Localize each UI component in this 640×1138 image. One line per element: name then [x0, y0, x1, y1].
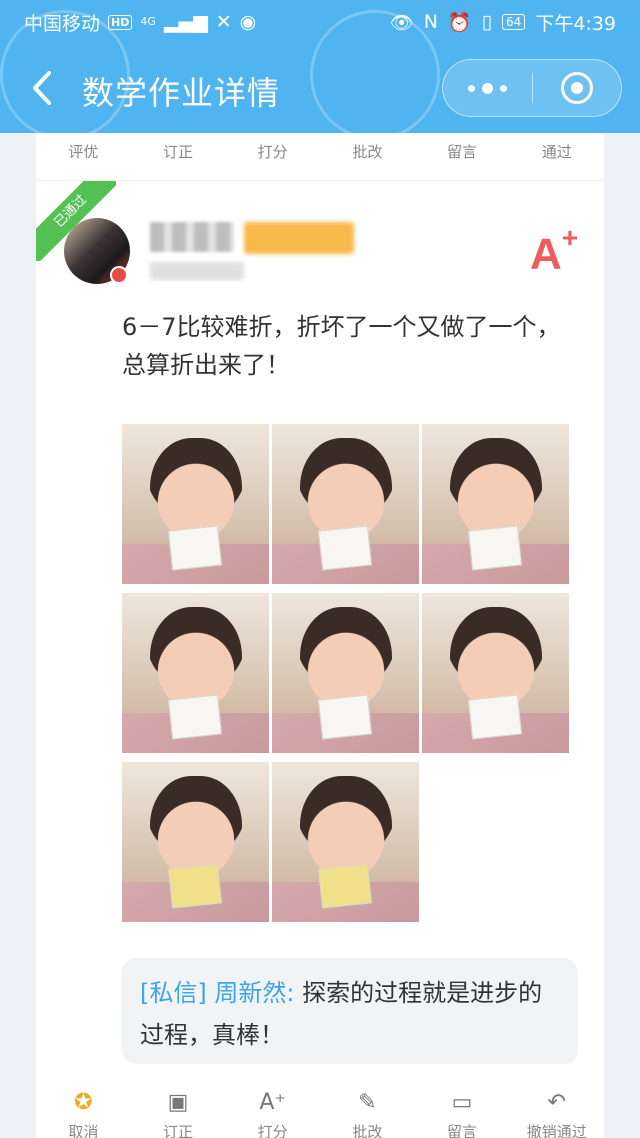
dot-icon — [467, 84, 475, 92]
homework-photo[interactable] — [272, 424, 419, 584]
chevron-left-icon — [33, 71, 51, 105]
clock: 下午4:39 — [535, 12, 616, 35]
homework-photo[interactable] — [422, 424, 569, 584]
action-correct[interactable]: 订正 — [131, 133, 226, 180]
action-score[interactable]: 打分 — [225, 133, 320, 180]
close-miniapp-button[interactable] — [533, 59, 622, 117]
homework-photo[interactable] — [122, 593, 269, 753]
homework-photo[interactable] — [422, 593, 569, 753]
student-tag-blurred — [244, 222, 354, 254]
top-action-row: 评优 订正 打分 批改 留言 通过 — [36, 133, 604, 181]
correct-button[interactable]: ▣ 订正 — [131, 1090, 226, 1138]
chat-icon: ▭ — [451, 1090, 473, 1115]
post-time-blurred — [150, 262, 244, 280]
grade-suffix: + — [561, 222, 579, 253]
review-button[interactable]: ✎ 批改 — [320, 1090, 415, 1138]
vibrate-icon: ▯ — [481, 11, 493, 33]
hd-badge: HD — [108, 14, 133, 30]
action-label: 取消 — [68, 1123, 99, 1138]
carrier-label: 中国移动 — [24, 12, 101, 35]
title-bar: 数学作业详情 — [0, 48, 640, 133]
undo-approve-button[interactable]: ↶ 撤销通过 — [509, 1090, 604, 1138]
homework-content: 6－7比较难折，折坏了一个又做了一个，总算折出来了！ — [122, 313, 561, 379]
action-rate-excellent[interactable]: 评优 — [36, 133, 131, 180]
score-button[interactable]: A⁺ 打分 — [225, 1090, 320, 1138]
action-label: 订正 — [163, 1123, 194, 1138]
nfc-icon: N — [423, 11, 438, 33]
edit-x-icon: ▣ — [167, 1090, 189, 1115]
private-comment[interactable]: [私信] 周新然: 探索的过程就是进步的过程，真棒！ — [122, 958, 578, 1064]
target-circle-icon — [560, 72, 593, 104]
network-label: 4G — [140, 15, 156, 28]
student-name-blurred — [150, 222, 234, 252]
cancel-excellent-button[interactable]: ✪ 取消 — [36, 1090, 131, 1138]
grade-letter: A — [530, 229, 562, 279]
undo-icon: ↶ — [547, 1090, 566, 1115]
action-label: 打分 — [257, 1123, 288, 1138]
homework-photo[interactable] — [272, 593, 419, 753]
avatar-badge-icon — [110, 266, 128, 284]
back-button[interactable] — [20, 64, 64, 112]
more-button[interactable] — [443, 59, 532, 117]
eye-icon: 👁 — [389, 11, 414, 34]
action-label: 撤销通过 — [526, 1123, 587, 1138]
status-bar: 中国移动 HD 4G ▂▄▆ ✕ ◉ 👁 N ⏰ ▯ 64 下午4:39 — [0, 0, 640, 44]
battery-icon: 64 — [502, 14, 526, 30]
homework-photo[interactable] — [122, 762, 269, 922]
a-plus-icon: A⁺ — [259, 1090, 286, 1115]
dot-icon — [481, 82, 493, 94]
action-label: 留言 — [447, 1123, 478, 1138]
homework-photo[interactable] — [272, 762, 419, 922]
homework-photo[interactable] — [122, 424, 269, 584]
action-message[interactable]: 留言 — [415, 133, 510, 180]
bottom-action-row: ✪ 取消 ▣ 订正 A⁺ 打分 ✎ 批改 ▭ 留言 ↶ 撤销通过 — [36, 1090, 604, 1138]
grade-label: A+ — [530, 222, 578, 280]
page-title: 数学作业详情 — [82, 74, 281, 112]
action-review[interactable]: 批改 — [320, 133, 415, 180]
alarm-icon: ⏰ — [447, 11, 472, 34]
top-bar: 中国移动 HD 4G ▂▄▆ ✕ ◉ 👁 N ⏰ ▯ 64 下午4:39 数学作… — [0, 0, 640, 140]
comment-author: [私信] 周新然: — [140, 979, 295, 1007]
mute-icon: ✕ — [215, 11, 232, 33]
pencil-icon: ✎ — [358, 1090, 377, 1115]
dot-icon — [499, 84, 507, 92]
message-button[interactable]: ▭ 留言 — [415, 1090, 510, 1138]
app-notification-icon: ◉ — [239, 11, 257, 33]
photo-grid — [122, 424, 570, 924]
miniapp-capsule — [442, 59, 622, 117]
signal-icon: ▂▄▆ — [163, 11, 208, 33]
medal-icon: ✪ — [74, 1090, 93, 1115]
action-label: 批改 — [352, 1123, 383, 1138]
action-approve[interactable]: 通过 — [509, 133, 604, 180]
